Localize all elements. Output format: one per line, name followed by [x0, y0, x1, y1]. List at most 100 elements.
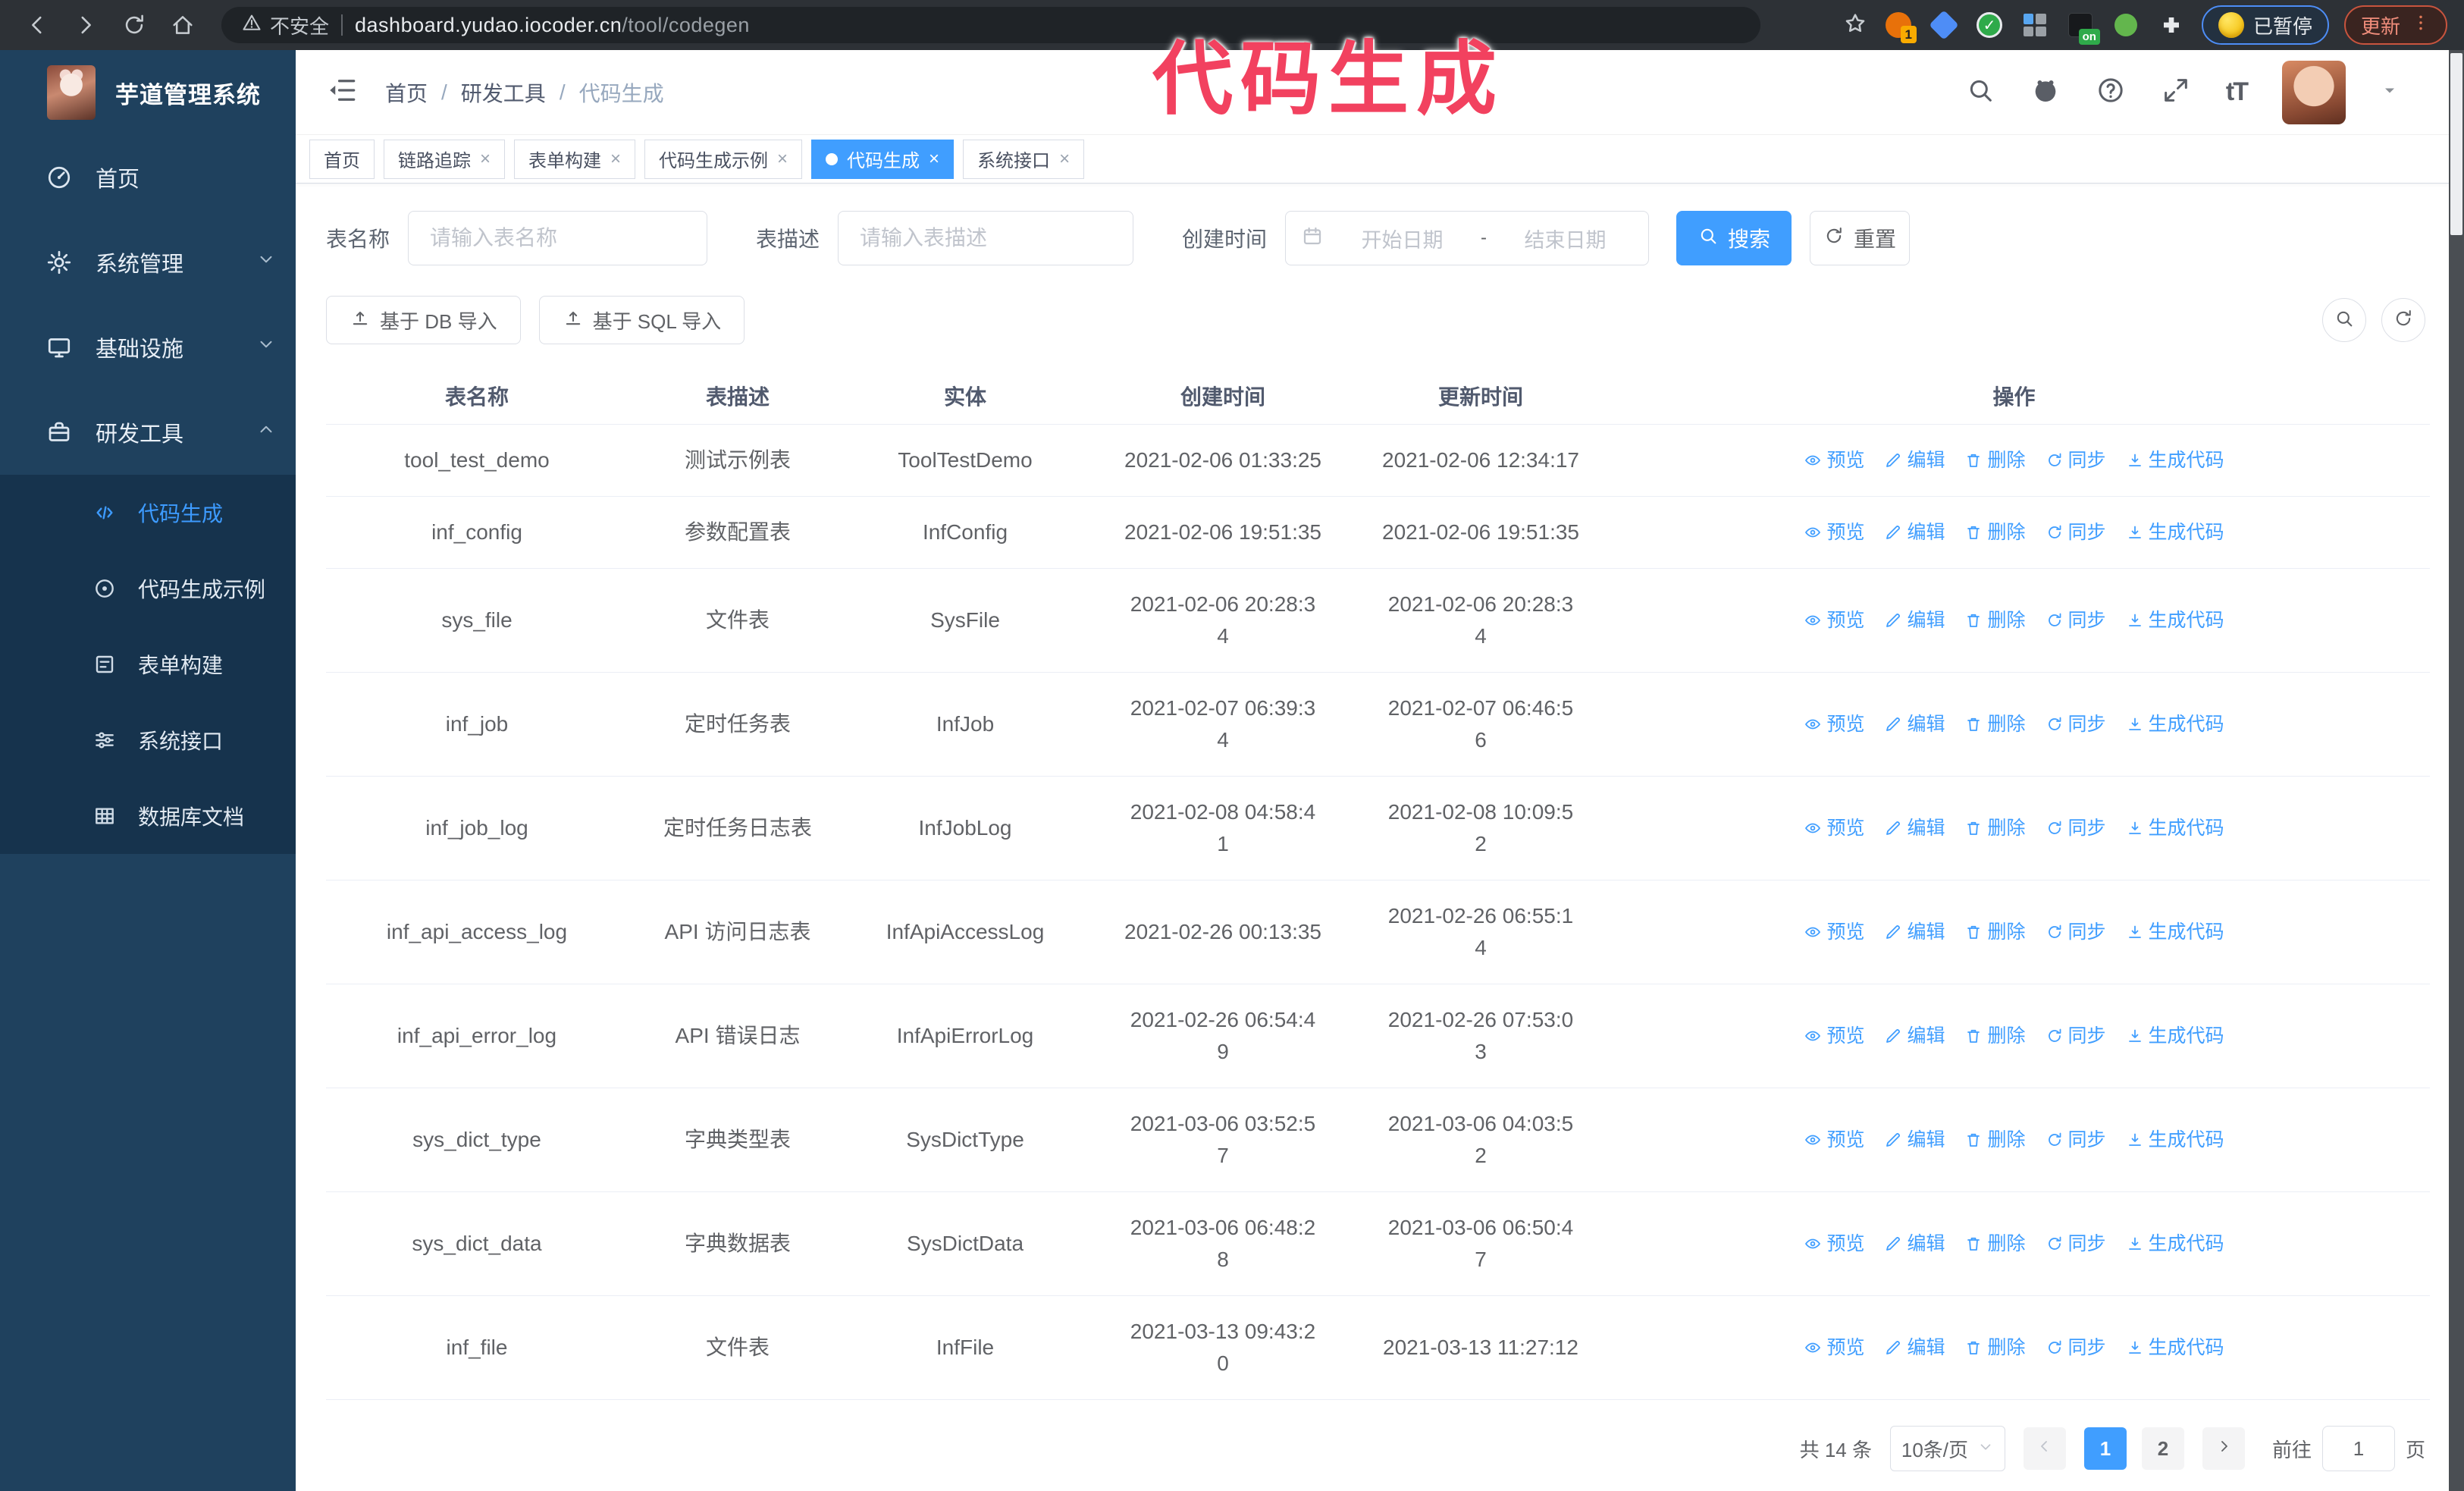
- browser-scrollbar[interactable]: [2449, 50, 2464, 1491]
- chrome-update-button[interactable]: 更新: [2343, 5, 2447, 45]
- sidebar-subitem-数据库文档[interactable]: 数据库文档: [0, 778, 296, 854]
- generate-code-link[interactable]: 生成代码: [2126, 444, 2224, 476]
- date-range-picker[interactable]: 开始日期 - 结束日期: [1285, 211, 1650, 265]
- app-logo[interactable]: 芋道管理系统: [0, 50, 296, 135]
- preview-link[interactable]: 预览: [1804, 1020, 1864, 1052]
- generate-code-link[interactable]: 生成代码: [2126, 1332, 2224, 1364]
- generate-code-link[interactable]: 生成代码: [2126, 708, 2224, 740]
- search-button[interactable]: 搜索: [1676, 211, 1792, 265]
- sync-link[interactable]: 同步: [2045, 1020, 2106, 1052]
- extension-check-icon[interactable]: ✓: [1974, 10, 2005, 40]
- user-avatar[interactable]: [2282, 60, 2346, 124]
- extensions-puzzle-icon[interactable]: [2156, 10, 2187, 40]
- delete-link[interactable]: 删除: [1964, 1020, 2026, 1052]
- preview-link[interactable]: 预览: [1804, 1332, 1864, 1364]
- edit-link[interactable]: 编辑: [1884, 516, 1945, 548]
- extension-gem-icon[interactable]: [1929, 10, 1959, 40]
- page-size-select[interactable]: 10条/页: [1889, 1426, 2005, 1471]
- sidebar-subitem-代码生成[interactable]: 代码生成: [0, 475, 296, 551]
- generate-code-link[interactable]: 生成代码: [2126, 516, 2224, 548]
- sync-link[interactable]: 同步: [2045, 604, 2106, 636]
- sync-link[interactable]: 同步: [2045, 1332, 2106, 1364]
- refresh-table-button[interactable]: [2381, 298, 2425, 342]
- insecure-warning[interactable]: 不安全: [241, 11, 329, 39]
- tag-tab[interactable]: 首页: [309, 139, 375, 179]
- search-icon[interactable]: [1965, 75, 1995, 109]
- font-size-icon[interactable]: tT: [2226, 77, 2249, 107]
- import-sql-button[interactable]: 基于 SQL 导入: [538, 296, 745, 344]
- table-name-input[interactable]: [408, 211, 708, 265]
- github-icon[interactable]: [2030, 75, 2061, 109]
- preview-link[interactable]: 预览: [1804, 1124, 1864, 1156]
- delete-link[interactable]: 删除: [1964, 812, 2026, 844]
- delete-link[interactable]: 删除: [1964, 516, 2026, 548]
- close-icon[interactable]: ×: [929, 149, 939, 168]
- extension-orange-icon[interactable]: 1: [1883, 10, 1917, 43]
- sidebar-item-首页[interactable]: 首页: [0, 135, 296, 220]
- reset-button[interactable]: 重置: [1810, 211, 1911, 265]
- sync-link[interactable]: 同步: [2045, 812, 2106, 844]
- import-db-button[interactable]: 基于 DB 导入: [326, 296, 521, 344]
- delete-link[interactable]: 删除: [1964, 916, 2026, 948]
- sidebar-fold-icon[interactable]: [326, 74, 358, 110]
- edit-link[interactable]: 编辑: [1884, 1020, 1945, 1052]
- tag-tab[interactable]: 系统接口 ×: [963, 139, 1085, 179]
- sidebar-item-基础设施[interactable]: 基础设施: [0, 305, 296, 390]
- generate-code-link[interactable]: 生成代码: [2126, 1228, 2224, 1260]
- generate-code-link[interactable]: 生成代码: [2126, 1020, 2224, 1052]
- preview-link[interactable]: 预览: [1804, 812, 1864, 844]
- caret-down-icon[interactable]: [2381, 81, 2399, 103]
- next-page-button[interactable]: [2202, 1427, 2245, 1470]
- breadcrumb-item[interactable]: 研发工具: [461, 77, 546, 108]
- home-icon[interactable]: [162, 5, 203, 46]
- prev-page-button[interactable]: [2023, 1427, 2066, 1470]
- edit-link[interactable]: 编辑: [1884, 708, 1945, 740]
- toggle-search-button[interactable]: [2322, 298, 2366, 342]
- edit-link[interactable]: 编辑: [1884, 812, 1945, 844]
- tag-tab[interactable]: 代码生成示例 ×: [644, 139, 803, 179]
- start-date-placeholder[interactable]: 开始日期: [1334, 224, 1470, 253]
- edit-link[interactable]: 编辑: [1884, 1228, 1945, 1260]
- edit-link[interactable]: 编辑: [1884, 916, 1945, 948]
- sync-link[interactable]: 同步: [2045, 444, 2106, 476]
- preview-link[interactable]: 预览: [1804, 516, 1864, 548]
- close-icon[interactable]: ×: [777, 149, 788, 168]
- sync-link[interactable]: 同步: [2045, 708, 2106, 740]
- sidebar-subitem-系统接口[interactable]: 系统接口: [0, 702, 296, 778]
- generate-code-link[interactable]: 生成代码: [2126, 916, 2224, 948]
- delete-link[interactable]: 删除: [1964, 708, 2026, 740]
- tag-tab[interactable]: 表单构建 ×: [514, 139, 636, 179]
- forward-icon[interactable]: [65, 5, 106, 46]
- sidebar-subitem-代码生成示例[interactable]: 代码生成示例: [0, 551, 296, 626]
- delete-link[interactable]: 删除: [1964, 444, 2026, 476]
- preview-link[interactable]: 预览: [1804, 604, 1864, 636]
- sync-link[interactable]: 同步: [2045, 1124, 2106, 1156]
- breadcrumb-item[interactable]: 首页: [385, 77, 428, 108]
- generate-code-link[interactable]: 生成代码: [2126, 812, 2224, 844]
- sync-link[interactable]: 同步: [2045, 516, 2106, 548]
- preview-link[interactable]: 预览: [1804, 916, 1864, 948]
- sync-link[interactable]: 同步: [2045, 916, 2106, 948]
- sidebar-item-系统管理[interactable]: 系统管理: [0, 220, 296, 305]
- sync-link[interactable]: 同步: [2045, 1228, 2106, 1260]
- edit-link[interactable]: 编辑: [1884, 604, 1945, 636]
- preview-link[interactable]: 预览: [1804, 1228, 1864, 1260]
- edit-link[interactable]: 编辑: [1884, 1332, 1945, 1364]
- edit-link[interactable]: 编辑: [1884, 444, 1945, 476]
- tag-tab[interactable]: 链路追踪 ×: [384, 139, 506, 179]
- menu-dots-icon[interactable]: [2411, 13, 2431, 38]
- back-icon[interactable]: [17, 5, 58, 46]
- delete-link[interactable]: 删除: [1964, 1332, 2026, 1364]
- extension-android-icon[interactable]: [2111, 10, 2141, 40]
- tag-tab[interactable]: 代码生成 ×: [811, 139, 955, 179]
- extension-grid-icon[interactable]: [2020, 10, 2050, 40]
- close-icon[interactable]: ×: [1059, 149, 1070, 168]
- page-button-1[interactable]: 1: [2083, 1427, 2127, 1470]
- delete-link[interactable]: 删除: [1964, 604, 2026, 636]
- close-icon[interactable]: ×: [610, 149, 621, 168]
- goto-page-input[interactable]: [2321, 1426, 2395, 1471]
- delete-link[interactable]: 删除: [1964, 1124, 2026, 1156]
- help-icon[interactable]: [2096, 75, 2126, 109]
- preview-link[interactable]: 预览: [1804, 444, 1864, 476]
- profile-paused-badge[interactable]: 已暂停: [2201, 5, 2329, 45]
